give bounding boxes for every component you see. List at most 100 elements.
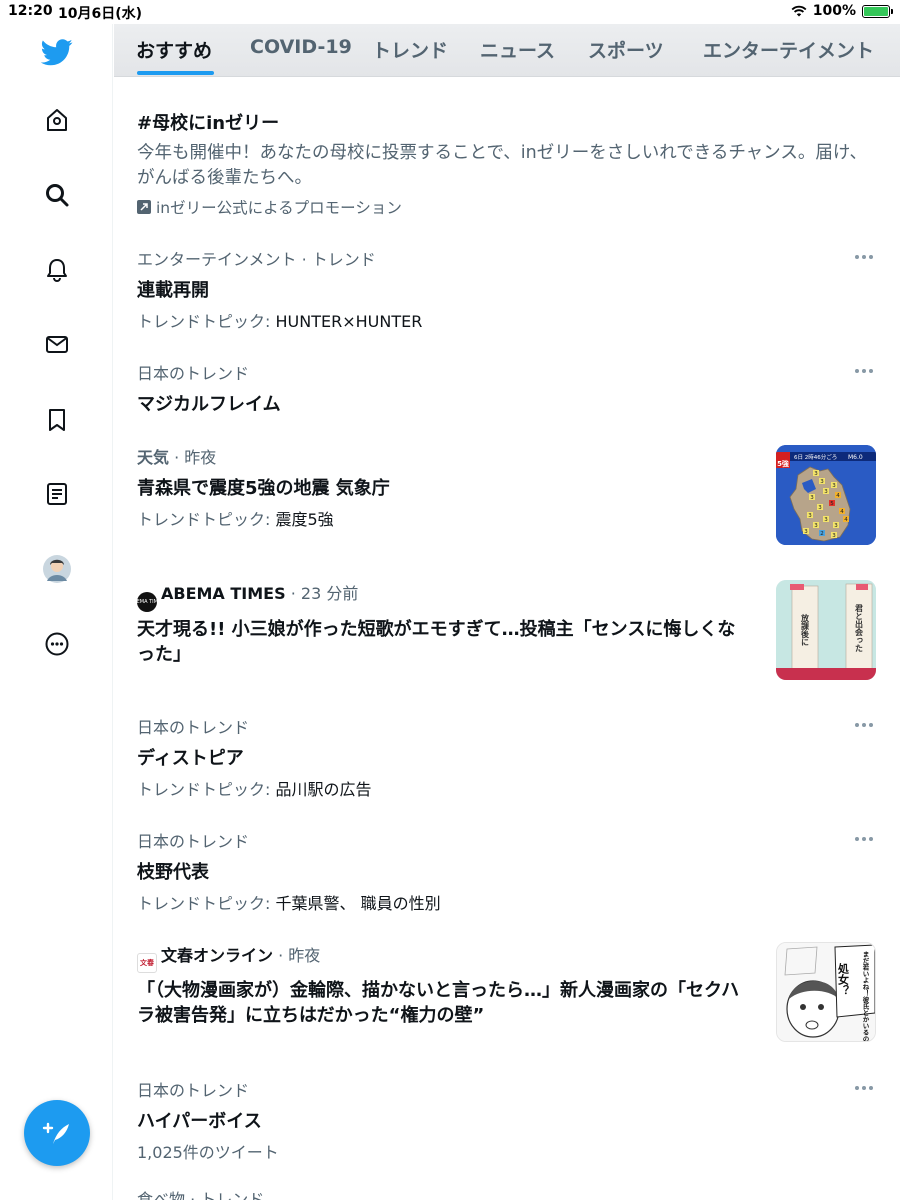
intensity-marker-label: 4: [840, 509, 844, 515]
manga-bubble-text: まだ若いよね！彼氏とかいるの？: [861, 951, 869, 1042]
battery-icon: [862, 4, 893, 18]
news-category: 天気: [137, 448, 170, 467]
tab-trends[interactable]: トレンド: [372, 36, 448, 63]
trend-item[interactable]: 日本のトレンド 枝野代表 トレンドトピック: 千葉県警、 職員の性別: [137, 828, 441, 914]
intensity-marker-label: 3: [834, 523, 838, 529]
earthquake-magnitude: M6.0: [848, 454, 863, 461]
manga-bubble-big: 処女？: [837, 962, 851, 996]
news-item[interactable]: 天気 · 昨夜 青森県で震度5強の地震 気象庁 トレンドトピック: 震度5強: [137, 444, 390, 530]
intensity-marker-label: 3: [824, 489, 828, 495]
news-source: ABEMA TIMES: [161, 584, 286, 603]
intensity-marker-label: 3: [814, 523, 818, 529]
trend-topic-value: HUNTER×HUNTER: [275, 312, 423, 331]
promo-title: #母校にinゼリー: [137, 113, 280, 134]
trend-title: 連載再開: [137, 280, 209, 301]
intensity-marker-label: 3: [810, 495, 814, 501]
more-options-icon[interactable]: [855, 366, 877, 376]
news-title: 天才現る!! 小三娘が作った短歌がエモすぎて…投稿主「センスに悔しくなった」: [137, 619, 736, 665]
tab-recommended[interactable]: おすすめ: [136, 36, 212, 63]
bell-icon[interactable]: [40, 253, 74, 287]
intensity-marker-label: 3: [832, 483, 836, 489]
trend-tweet-count: 1,025件のツイート: [137, 1143, 279, 1162]
intensity-marker-label: 3: [814, 471, 818, 477]
news-title: 青森県で震度5強の地震 気象庁: [137, 478, 390, 499]
tanka-thumbnail[interactable]: 放課後に 君と出会った: [776, 580, 876, 680]
promoted-trend[interactable]: #母校にinゼリー 今年も開催中！あなたの母校に投票することで、inゼリーをさし…: [137, 109, 877, 218]
trend-item[interactable]: 日本のトレンド ディストピア トレンドトピック: 品川駅の広告: [137, 714, 372, 800]
bookmark-icon[interactable]: [40, 403, 74, 437]
mail-icon[interactable]: [40, 327, 74, 361]
tanka-card-left: 放課後に: [800, 613, 810, 646]
more-options-icon[interactable]: [855, 720, 877, 730]
trend-title: 枝野代表: [137, 862, 209, 883]
avatar[interactable]: [40, 552, 74, 586]
abema-logo: ABEMA TIMES: [130, 592, 164, 612]
compose-tweet-icon: [42, 1122, 69, 1144]
intensity-marker-label: 3: [820, 479, 824, 485]
trend-category: 日本のトレンド: [137, 718, 250, 737]
trend-topic: トレンドトピック: 震度5強: [137, 506, 390, 530]
wifi-icon: [791, 5, 807, 17]
status-date: 10月6日(水): [58, 6, 143, 22]
tab-news[interactable]: ニュース: [480, 36, 555, 63]
intensity-marker-label: 3: [832, 533, 836, 539]
trend-item[interactable]: 食べ物 · トレンド: [137, 1186, 264, 1200]
sidebar: [0, 24, 113, 1200]
manga-thumbnail[interactable]: まだ若いよね！彼氏とかいるの？ 処女？: [776, 942, 876, 1042]
news-title: 「（大物漫画家が）金輪際、描かないと言ったら…」新人漫画家の「セクハラ被害告発」…: [137, 980, 740, 1026]
earthquake-badge: 5強: [777, 459, 789, 468]
intensity-marker-label: 3: [804, 529, 808, 535]
bunshun-logo: 文春: [137, 953, 157, 973]
trend-title: ディストピア: [137, 748, 244, 769]
news-meta: ABEMA TIMESABEMA TIMES · 23 分前: [130, 580, 752, 612]
intensity-marker-label: 3: [824, 517, 828, 523]
news-item[interactable]: ABEMA TIMESABEMA TIMES · 23 分前 天才現る!! 小三…: [130, 580, 752, 667]
more-circle-icon[interactable]: [40, 627, 74, 661]
promo-description: 今年も開催中！あなたの母校に投票することで、inゼリーをさしいれできるチャンス。…: [137, 143, 867, 188]
news-meta: 天気 · 昨夜: [137, 444, 390, 468]
more-options-icon[interactable]: [855, 834, 877, 844]
earthquake-thumbnail[interactable]: 5強 6日 2時46分ごろ M6.0 33333453433334323: [776, 445, 876, 545]
news-item[interactable]: 文春 文春オンライン · 昨夜 「（大物漫画家が）金輪際、描かないと言ったら…」新…: [137, 942, 752, 1028]
tab-sports[interactable]: スポーツ: [588, 36, 664, 63]
tab-entertainment[interactable]: エンターテイメント: [703, 36, 874, 63]
trend-topic: トレンドトピック: HUNTER×HUNTER: [137, 308, 422, 332]
news-time: · 23 分前: [285, 584, 359, 603]
compose-tweet-button[interactable]: [24, 1100, 90, 1166]
more-options-icon[interactable]: [855, 1083, 877, 1093]
tanka-card-right: 君と出会った: [855, 604, 864, 652]
trend-category: 食べ物 · トレンド: [137, 1190, 265, 1200]
search-icon[interactable]: [40, 178, 74, 212]
more-options-icon[interactable]: [855, 252, 877, 262]
active-tab-indicator: [137, 71, 214, 75]
list-icon[interactable]: [40, 477, 74, 511]
trend-topic-label: トレンドトピック:: [137, 780, 276, 799]
promo-by-text: inゼリー公式によるプロモーション: [156, 199, 402, 217]
intensity-marker-label: 4: [844, 517, 848, 523]
intensity-marker-label: 4: [836, 493, 840, 499]
status-right: 100%: [791, 3, 893, 19]
home-icon[interactable]: [40, 103, 74, 137]
intensity-marker-label: 3: [818, 505, 822, 511]
trend-topic-value: 品川駅の広告: [275, 780, 372, 799]
trend-category: 日本のトレンド: [137, 1081, 250, 1100]
trend-title: ハイパーボイス: [137, 1111, 262, 1132]
trend-item[interactable]: 日本のトレンド ハイパーボイス 1,025件のツイート: [137, 1077, 279, 1163]
battery-fill: [864, 6, 888, 16]
explore-tabs: おすすめ COVID-19 トレンド ニュース スポーツ エンターテイメント: [114, 24, 900, 77]
trend-item[interactable]: 日本のトレンド マジカルフレイム: [137, 360, 281, 416]
trend-topic-value: 震度5強: [275, 510, 334, 529]
status-bar: 12:20 10月6日(水) 100%: [0, 0, 900, 24]
news-meta: 文春 文春オンライン · 昨夜: [137, 942, 752, 973]
trend-title: マジカルフレイム: [137, 394, 281, 415]
news-time: · 昨夜: [169, 448, 217, 467]
trend-topic: トレンドトピック: 千葉県警、 職員の性別: [137, 890, 441, 914]
status-time: 12:20: [8, 3, 53, 19]
tab-covid19[interactable]: COVID-19: [250, 36, 352, 58]
twitter-bird-icon[interactable]: [40, 35, 74, 69]
trend-category: エンターテインメント · トレンド: [137, 250, 376, 269]
news-source: 文春オンライン: [161, 946, 274, 965]
trend-category: 日本のトレンド: [137, 364, 250, 383]
promoted-icon: [137, 200, 151, 214]
trend-item[interactable]: エンターテインメント · トレンド 連載再開 トレンドトピック: HUNTER×…: [137, 246, 422, 332]
